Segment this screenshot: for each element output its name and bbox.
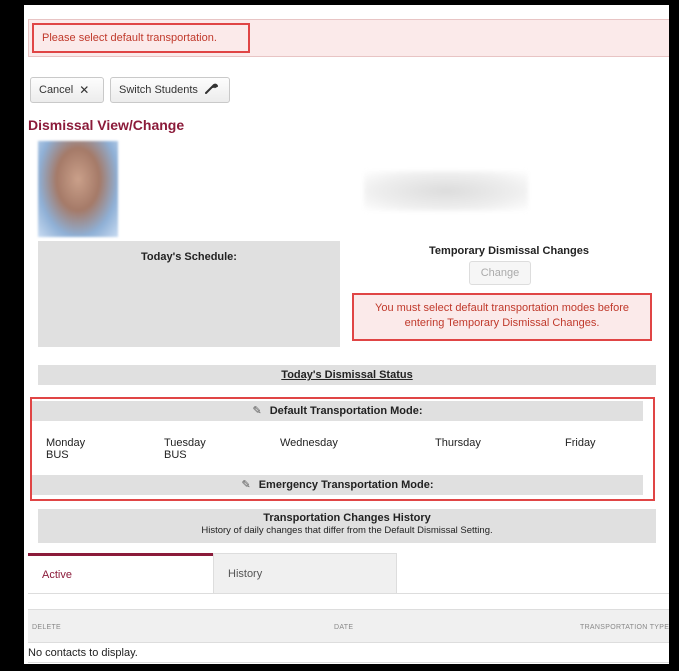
temporary-changes-warning: You must select default transportation m… xyxy=(352,293,652,341)
emergency-mode-header[interactable]: ✎ Emergency Transportation Mode: xyxy=(32,475,643,495)
warning-line-2: entering Temporary Dismissal Changes. xyxy=(404,317,600,329)
day-name: Wednesday xyxy=(280,437,338,449)
history-subtitle: History of daily changes that differ fro… xyxy=(201,525,493,536)
tab-history[interactable]: History xyxy=(213,553,397,593)
day-wednesday: Wednesday xyxy=(280,437,338,449)
day-thursday: Thursday xyxy=(435,437,481,449)
switch-students-button[interactable]: Switch Students xyxy=(110,77,230,103)
day-mode: BUS xyxy=(164,449,187,461)
day-friday: Friday xyxy=(565,437,596,449)
default-mode-title: Default Transportation Mode: xyxy=(269,405,423,417)
column-transportation-type[interactable]: TRANSPORTATION TYPE xyxy=(580,624,669,631)
close-icon: ✕ xyxy=(79,83,90,97)
day-name: Friday xyxy=(565,437,596,449)
column-date[interactable]: DATE xyxy=(334,624,353,631)
warning-line-1: You must select default transportation m… xyxy=(375,302,629,314)
day-mode: BUS xyxy=(46,449,69,461)
tab-divider xyxy=(28,593,669,594)
app-frame: Please select default transportation. Ca… xyxy=(23,4,670,665)
cancel-label: Cancel xyxy=(39,84,74,96)
table-header: DELETE DATE TRANSPORTATION TYPE xyxy=(28,609,669,643)
alert-message: Please select default transportation. xyxy=(32,23,250,53)
temporary-changes-title: Temporary Dismissal Changes xyxy=(429,245,589,257)
wrench-icon xyxy=(204,83,219,98)
day-name: Tuesday xyxy=(164,437,206,449)
student-photo xyxy=(38,141,118,237)
pencil-icon[interactable]: ✎ xyxy=(253,405,262,417)
history-panel: Transportation Changes History History o… xyxy=(38,509,656,543)
student-name-redacted xyxy=(364,171,528,211)
alert-bar: Please select default transportation. xyxy=(28,19,669,57)
pencil-icon[interactable]: ✎ xyxy=(241,479,250,491)
change-button[interactable]: Change xyxy=(469,261,531,285)
switch-students-label: Switch Students xyxy=(119,84,198,96)
tab-active[interactable]: Active xyxy=(28,553,213,593)
schedule-title: Today's Schedule: xyxy=(141,251,237,263)
dismissal-status-title: Today's Dismissal Status xyxy=(38,365,656,385)
day-tuesday: Tuesday BUS xyxy=(164,437,206,461)
column-delete[interactable]: DELETE xyxy=(32,624,61,631)
default-mode-header[interactable]: ✎ Default Transportation Mode: xyxy=(32,401,643,421)
day-name: Thursday xyxy=(435,437,481,449)
cancel-button[interactable]: Cancel ✕ xyxy=(30,77,104,103)
emergency-mode-title: Emergency Transportation Mode: xyxy=(258,479,434,491)
day-name: Monday xyxy=(46,437,86,449)
empty-table-message: No contacts to display. xyxy=(28,643,669,663)
todays-schedule-panel: Today's Schedule: xyxy=(38,241,340,347)
day-monday: Monday BUS xyxy=(46,437,85,461)
history-title: Transportation Changes History xyxy=(263,512,431,524)
page-title: Dismissal View/Change xyxy=(28,117,185,133)
